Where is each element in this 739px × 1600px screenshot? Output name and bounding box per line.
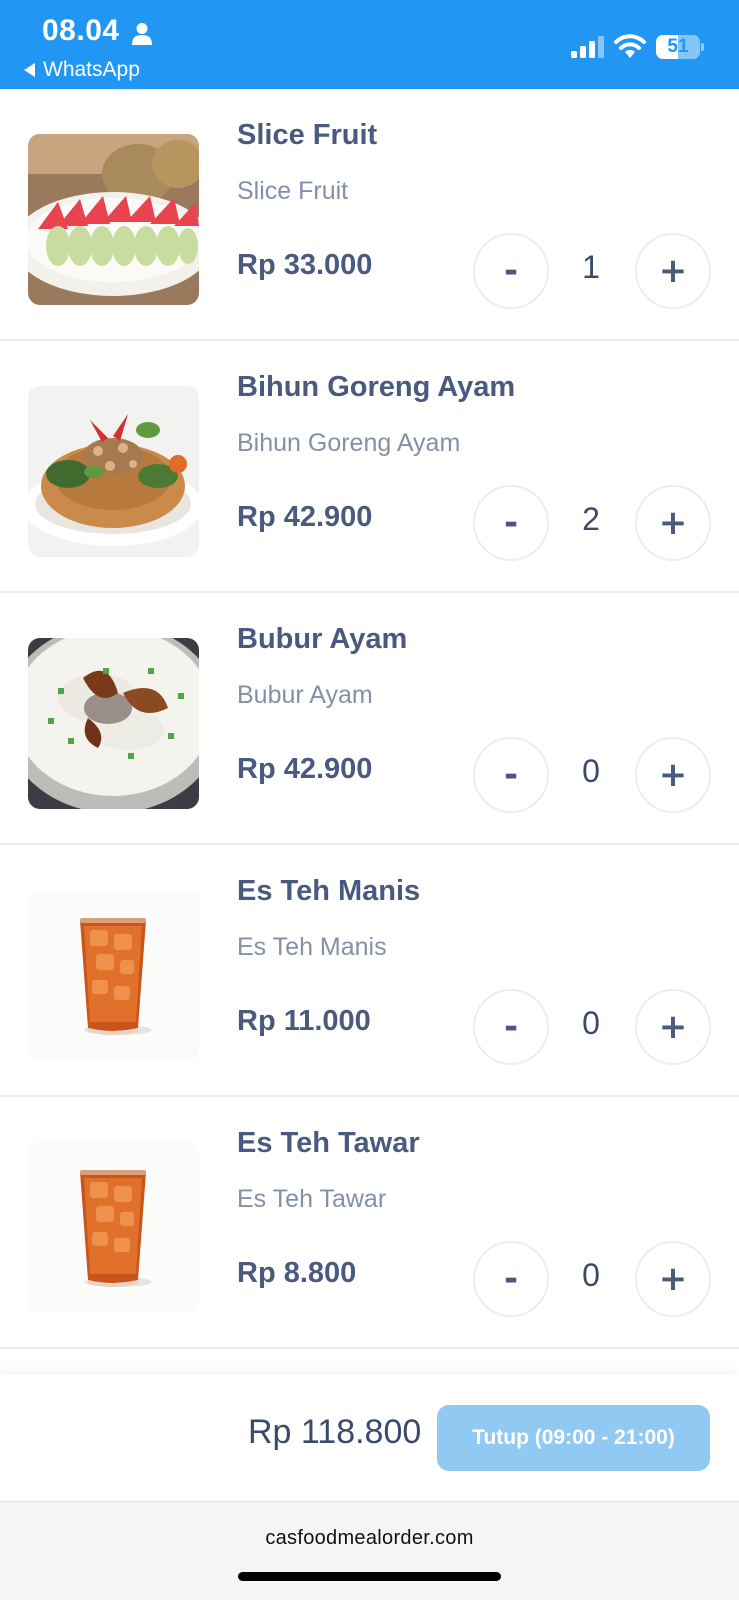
item-price: Rp 8.800 bbox=[237, 1257, 357, 1289]
decrease-quantity-button[interactable]: - bbox=[473, 989, 549, 1065]
quantity-value: 0 bbox=[582, 1005, 600, 1041]
item-price: Rp 42.900 bbox=[237, 753, 373, 785]
item-description: Es Teh Tawar bbox=[237, 1185, 387, 1213]
back-to-whatsapp-link[interactable]: WhatsApp bbox=[24, 58, 140, 82]
decrease-quantity-button[interactable]: - bbox=[473, 1241, 549, 1317]
increase-quantity-button[interactable]: + bbox=[635, 989, 711, 1065]
decrease-quantity-button[interactable]: - bbox=[473, 233, 549, 309]
item-price: Rp 11.000 bbox=[237, 1005, 371, 1037]
decrease-quantity-button[interactable]: - bbox=[473, 737, 549, 813]
menu-item: Bubur Ayam Bubur Ayam Rp 42.900 - 0 + bbox=[0, 593, 739, 845]
quantity-value: 2 bbox=[582, 501, 600, 537]
cart-bar: Rp 118.800 Tutup (09:00 - 21:00) bbox=[0, 1375, 739, 1501]
status-time: 08.04 bbox=[42, 14, 120, 47]
iced-tea-image bbox=[28, 890, 199, 1061]
item-name: Bihun Goreng Ayam bbox=[237, 371, 516, 403]
increase-quantity-button[interactable]: + bbox=[635, 233, 711, 309]
menu-item: Slice Fruit Slice Fruit Rp 33.000 - 1 + bbox=[0, 89, 739, 341]
browser-url[interactable]: casfoodmealorder.com bbox=[0, 1527, 739, 1550]
decrease-quantity-button[interactable]: - bbox=[473, 485, 549, 561]
menu-item: Es Teh Manis Es Teh Manis Rp 11.000 - 0 … bbox=[0, 845, 739, 1097]
quantity-value: 0 bbox=[582, 1257, 600, 1293]
increase-quantity-button[interactable]: + bbox=[635, 485, 711, 561]
menu-item: Es Teh Tawar Es Teh Tawar Rp 8.800 - 0 + bbox=[0, 1097, 739, 1349]
item-description: Bihun Goreng Ayam bbox=[237, 429, 461, 457]
status-bar: 08.04 WhatsApp 51 bbox=[0, 0, 739, 89]
quantity-value: 0 bbox=[582, 753, 600, 789]
back-arrow-icon bbox=[24, 63, 35, 77]
item-price: Rp 33.000 bbox=[237, 249, 373, 281]
fruit-plate-image bbox=[28, 134, 199, 305]
order-button[interactable]: Tutup (09:00 - 21:00) bbox=[437, 1405, 710, 1471]
porridge-bowl-image bbox=[28, 638, 199, 809]
item-price: Rp 42.900 bbox=[237, 501, 373, 533]
battery-level: 51 bbox=[667, 36, 689, 57]
menu-item: Bihun Goreng Ayam Bihun Goreng Ayam Rp 4… bbox=[0, 341, 739, 593]
menu-list: Slice Fruit Slice Fruit Rp 33.000 - 1 + bbox=[0, 89, 739, 1349]
item-name: Bubur Ayam bbox=[237, 623, 408, 655]
person-icon bbox=[132, 23, 152, 45]
increase-quantity-button[interactable]: + bbox=[635, 1241, 711, 1317]
battery-body: 51 bbox=[656, 35, 700, 59]
increase-quantity-button[interactable]: + bbox=[635, 737, 711, 813]
iced-tea-image bbox=[28, 1142, 199, 1313]
item-description: Slice Fruit bbox=[237, 177, 349, 205]
battery-icon: 51 bbox=[656, 35, 704, 59]
home-indicator[interactable] bbox=[238, 1572, 501, 1581]
item-name: Slice Fruit bbox=[237, 119, 378, 151]
wifi-icon bbox=[614, 34, 646, 58]
quantity-value: 1 bbox=[582, 249, 600, 285]
back-link-label: WhatsApp bbox=[43, 58, 140, 81]
cart-total: Rp 118.800 bbox=[248, 1413, 422, 1451]
battery-tip bbox=[701, 43, 704, 51]
browser-footer: casfoodmealorder.com bbox=[0, 1501, 739, 1600]
item-name: Es Teh Tawar bbox=[237, 1127, 420, 1159]
item-description: Es Teh Manis bbox=[237, 933, 387, 961]
item-description: Bubur Ayam bbox=[237, 681, 373, 709]
signal-icon bbox=[571, 36, 604, 58]
item-name: Es Teh Manis bbox=[237, 875, 421, 907]
fried-noodles-image bbox=[28, 386, 199, 557]
